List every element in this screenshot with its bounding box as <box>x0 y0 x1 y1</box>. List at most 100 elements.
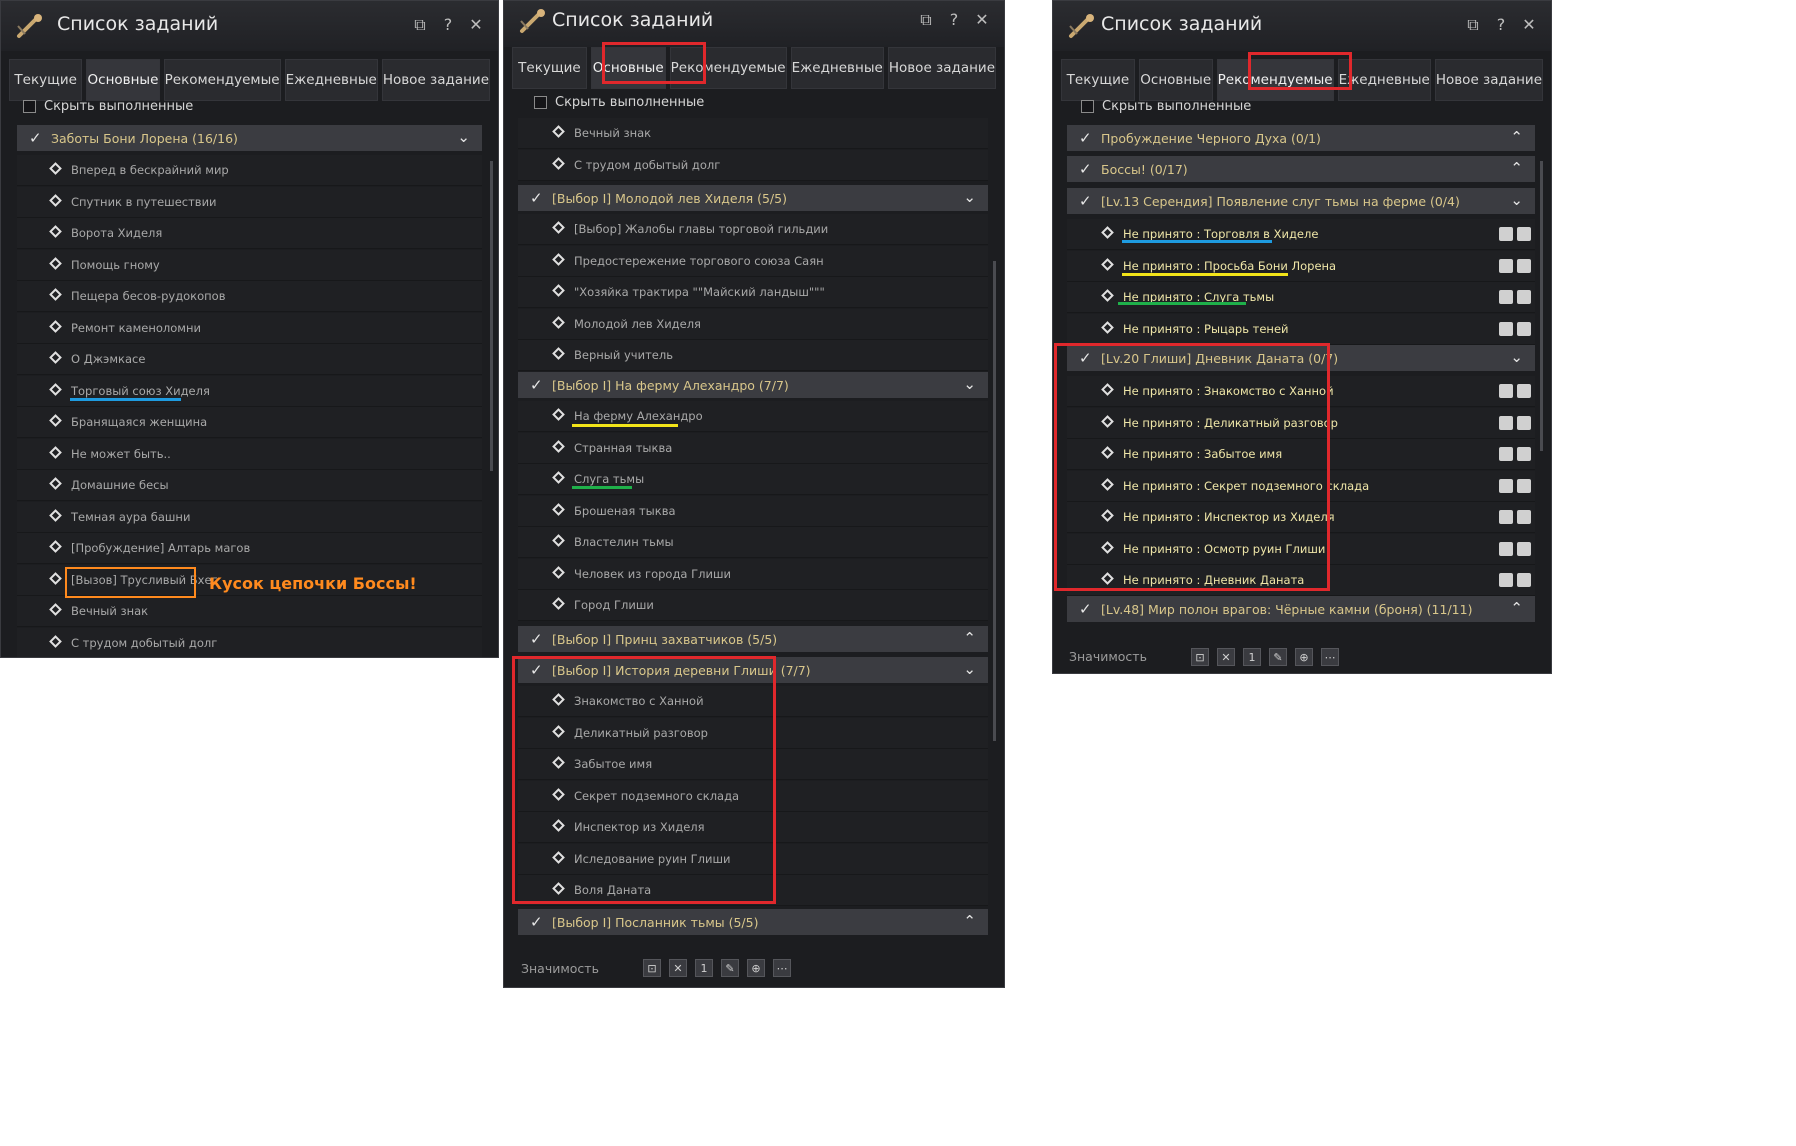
quest-item[interactable]: Странная тыква <box>518 432 988 464</box>
chevron-down-icon[interactable]: ⌄ <box>1510 348 1523 366</box>
quest-group-header[interactable]: ✓ [Выбор I] Посланник тьмы (5/5) ⌃ <box>518 909 988 935</box>
quest-group-header[interactable]: ✓ [Выбор I] На ферму Алехандро (7/7) ⌄ <box>518 372 988 398</box>
auto-path-icon[interactable] <box>1517 321 1531 336</box>
quest-item[interactable]: Вперед в бескрайний мир <box>17 155 482 186</box>
quest-item[interactable]: С трудом добытый долг <box>17 627 482 657</box>
quest-item[interactable]: Не может быть.. <box>17 438 482 470</box>
tab-main[interactable]: Основные <box>86 59 160 101</box>
quest-item[interactable]: Вечный знак <box>518 118 988 149</box>
quest-item[interactable]: Спутник в путешествии <box>17 186 482 218</box>
auto-path-icon[interactable] <box>1517 415 1531 430</box>
quest-item[interactable]: Помощь гному <box>17 249 482 281</box>
close-icon[interactable]: ✕ <box>468 15 484 35</box>
quest-group-header[interactable]: ✓ [Выбор I] Молодой лев Хиделя (5/5) ⌄ <box>518 185 988 211</box>
close-icon[interactable]: ✕ <box>1217 648 1235 666</box>
quest-item[interactable]: Город Глиши <box>518 590 988 621</box>
quest-group-header[interactable]: ✓ [Lv.48] Мир полон врагов: Чёрные камни … <box>1067 596 1535 622</box>
auto-path-icon[interactable] <box>1517 541 1531 556</box>
expand-icon[interactable]: ⊡ <box>643 959 661 977</box>
quest-item[interactable]: [Выбор] Жалобы главы торговой гильдии <box>518 214 988 245</box>
tab-current[interactable]: Текущие <box>9 59 83 101</box>
auto-path-icon[interactable] <box>1517 510 1531 524</box>
quest-item[interactable]: С трудом добытый долг <box>518 149 988 181</box>
tab-daily[interactable]: Ежедневные <box>284 59 378 101</box>
number-one-icon[interactable]: 1 <box>1243 648 1261 666</box>
filter-icon[interactable] <box>1499 541 1513 556</box>
filter-icon[interactable] <box>1499 510 1513 524</box>
quest-item[interactable]: Торговый союз Хиделя <box>17 375 482 407</box>
title-bar[interactable]: Список заданий ⧉ ? ✕ <box>504 1 1004 47</box>
quest-item[interactable]: Слуга тьмы <box>518 464 988 495</box>
tab-recommended[interactable]: Рекомендуемые <box>163 59 281 101</box>
quest-item[interactable]: Пещера бесов-рудокопов <box>17 281 482 312</box>
filter-icon[interactable] <box>1499 573 1513 587</box>
filter-icon[interactable] <box>1499 447 1513 461</box>
chevron-up-icon[interactable]: ⌃ <box>963 629 976 647</box>
popout-icon[interactable]: ⧉ <box>1465 15 1481 35</box>
quest-group-header[interactable]: ✓ [Lv.13 Серендия] Появление слуг тьмы на… <box>1067 188 1535 214</box>
title-bar[interactable]: Список заданий ⧉ ? ✕ <box>1 1 498 51</box>
scrollbar[interactable] <box>490 161 493 471</box>
chevron-down-icon[interactable]: ⌄ <box>457 128 470 146</box>
chevron-up-icon[interactable]: ⌃ <box>1510 128 1523 146</box>
auto-path-icon[interactable] <box>1517 258 1531 273</box>
tab-current[interactable]: Текущие <box>512 47 587 89</box>
help-icon[interactable]: ? <box>440 15 456 35</box>
number-one-icon[interactable]: 1 <box>695 959 713 977</box>
more-icon[interactable]: ⋯ <box>1321 648 1339 666</box>
quest-item[interactable]: Не принято : Торговля в Хиделе <box>1067 219 1535 250</box>
quest-item[interactable]: Человек из города Глиши <box>518 558 988 590</box>
help-icon[interactable]: ? <box>946 10 962 30</box>
quest-item[interactable]: Темная аура башни <box>17 501 482 533</box>
tab-new-quest[interactable]: Новое задание <box>381 59 490 101</box>
scrollbar[interactable] <box>993 261 996 741</box>
quest-item[interactable]: Бранящаяся женщина <box>17 407 482 438</box>
quest-item[interactable]: Властелин тьмы <box>518 527 988 558</box>
auto-path-icon[interactable] <box>1517 384 1531 398</box>
scrollbar[interactable] <box>1540 161 1543 451</box>
quest-item[interactable]: "Хозяйка трактира ""Майский ландыш""" <box>518 277 988 308</box>
close-icon[interactable]: ✕ <box>669 959 687 977</box>
quest-item[interactable]: Не принято : Слуга тьмы <box>1067 282 1535 313</box>
help-icon[interactable]: ? <box>1493 15 1509 35</box>
chevron-down-icon[interactable]: ⌄ <box>1510 191 1523 209</box>
popout-icon[interactable]: ⧉ <box>918 10 934 30</box>
tag-icon[interactable]: ✎ <box>1269 648 1287 666</box>
chevron-down-icon[interactable]: ⌄ <box>963 188 976 206</box>
chevron-up-icon[interactable]: ⌃ <box>1510 159 1523 177</box>
tab-new-quest[interactable]: Новое задание <box>1434 59 1543 101</box>
quest-item[interactable]: Предостережение торгового союза Саян <box>518 245 988 277</box>
quest-item[interactable]: Не принято : Просьба Бони Лорена <box>1067 250 1535 282</box>
popout-icon[interactable]: ⧉ <box>412 15 428 35</box>
filter-icon[interactable] <box>1499 384 1513 398</box>
quest-group-header[interactable]: ✓ Боссы! (0/17) ⌃ <box>1067 156 1535 182</box>
quest-item[interactable]: [Пробуждение] Алтарь магов <box>17 533 482 564</box>
target-icon[interactable]: ⊕ <box>747 959 765 977</box>
hide-completed-toggle[interactable]: Скрыть выполненные <box>23 96 193 116</box>
chevron-up-icon[interactable]: ⌃ <box>963 912 976 930</box>
expand-icon[interactable]: ⊡ <box>1191 648 1209 666</box>
title-bar[interactable]: Список заданий ⧉ ? ✕ <box>1053 1 1551 51</box>
auto-path-icon[interactable] <box>1517 478 1531 493</box>
auto-path-icon[interactable] <box>1517 227 1531 241</box>
hide-completed-checkbox[interactable] <box>1081 99 1094 113</box>
quest-group-header[interactable]: ✓ Пробуждение Черного Духа (0/1) ⌃ <box>1067 125 1535 151</box>
quest-item[interactable]: Ремонт каменоломни <box>17 312 482 344</box>
chevron-down-icon[interactable]: ⌄ <box>963 375 976 393</box>
chevron-down-icon[interactable]: ⌄ <box>963 660 976 678</box>
filter-icon[interactable] <box>1499 478 1513 493</box>
tab-new-quest[interactable]: Новое задание <box>887 47 996 89</box>
tab-current[interactable]: Текущие <box>1061 59 1135 101</box>
quest-item[interactable]: О Джэмкасе <box>17 344 482 375</box>
target-icon[interactable]: ⊕ <box>1295 648 1313 666</box>
quest-item[interactable]: Молодой лев Хиделя <box>518 308 988 340</box>
auto-path-icon[interactable] <box>1517 290 1531 304</box>
tag-icon[interactable]: ✎ <box>721 959 739 977</box>
tab-main[interactable]: Основные <box>1138 59 1213 101</box>
quest-item[interactable]: На ферму Алехандро <box>518 401 988 432</box>
hide-completed-checkbox[interactable] <box>23 99 36 113</box>
close-icon[interactable]: ✕ <box>974 10 990 30</box>
filter-icon[interactable] <box>1499 290 1513 304</box>
filter-icon[interactable] <box>1499 321 1513 336</box>
quest-item[interactable]: Домашние бесы <box>17 470 482 501</box>
